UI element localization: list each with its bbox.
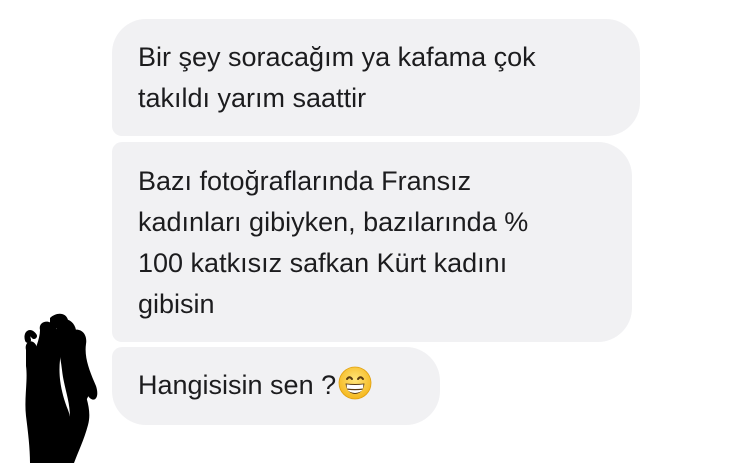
message-2-line-2: kadınları gibiyken, bazılarında % (138, 207, 529, 237)
message-bubble-3[interactable]: Hangisisin sen ? (112, 347, 440, 425)
redacted-avatar-scribble (24, 313, 98, 463)
message-3-text: Hangisisin sen ? (138, 370, 337, 400)
message-2-line-3: 100 katkısız safkan Kürt kadını (138, 248, 508, 278)
message-bubble-2[interactable]: Bazı fotoğraflarında Fransız kadınları g… (112, 142, 632, 342)
message-3-line: Hangisisin sen ? (138, 365, 414, 412)
message-1-line-1: Bir şey soracağım ya kafama çok (138, 42, 536, 72)
message-bubble-1[interactable]: Bir şey soracağım ya kafama çok takıldı … (112, 19, 640, 136)
grinning-face-with-smiling-eyes-icon (338, 366, 372, 412)
message-2-line-4: gibisin (138, 289, 215, 319)
message-2-line-1: Bazı fotoğraflarında Fransız (138, 166, 472, 196)
message-1-line-2: takıldı yarım saattir (138, 83, 367, 113)
